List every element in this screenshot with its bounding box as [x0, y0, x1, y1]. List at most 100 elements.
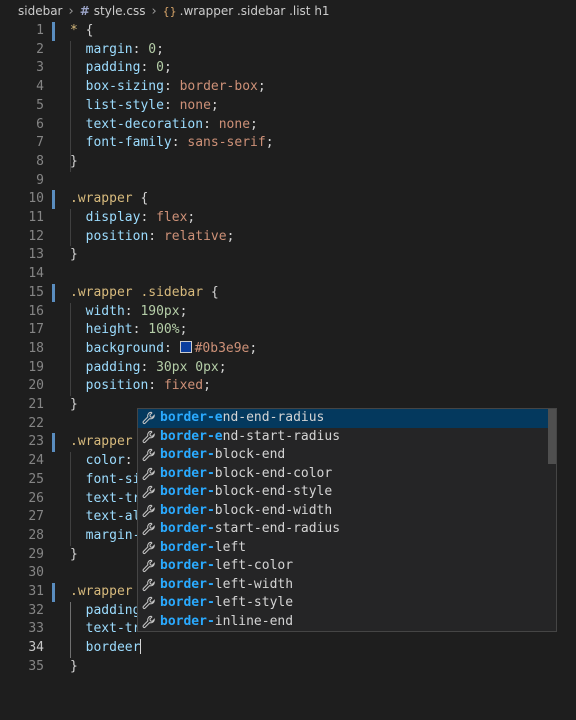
suggestion-label: border-start-end-radius: [160, 520, 340, 539]
line-number: 33: [28, 621, 44, 637]
code-token: :: [171, 135, 188, 151]
suggestion-item[interactable]: border-block-end-color: [138, 465, 548, 484]
code-line[interactable]: 7 font-family: sans-serif;: [0, 134, 576, 153]
code-token: height: [85, 322, 133, 338]
wrench-icon: [142, 502, 158, 520]
code-line[interactable]: 18 background: #0b3e9e;: [0, 340, 576, 359]
code-text: }: [70, 546, 78, 565]
code-line[interactable]: 14: [0, 265, 576, 284]
code-token: :: [140, 359, 157, 375]
code-line[interactable]: 15 .wrapper .sidebar {: [0, 283, 576, 303]
code-line[interactable]: 19 padding: 30px 0px;: [0, 359, 576, 378]
code-token: :: [163, 340, 180, 356]
suggestion-scrollbar[interactable]: [548, 409, 556, 464]
suggestion-widget[interactable]: border-end-end-radius border-end-start-ra…: [137, 408, 557, 632]
code-line[interactable]: 13}: [0, 246, 576, 265]
code-line[interactable]: 34 bordeer: [0, 639, 576, 658]
suggestion-match: border-: [160, 465, 215, 481]
line-number: 5: [36, 97, 44, 113]
code-token: position: [85, 228, 149, 244]
color-swatch[interactable]: [179, 340, 192, 353]
suggestion-rest: block-end-style: [214, 484, 333, 499]
code-line[interactable]: 2 margin: 0;: [0, 41, 576, 60]
wrench-icon: [142, 613, 158, 631]
code-line[interactable]: 10 .wrapper {: [0, 190, 576, 209]
css-file-icon: #: [79, 4, 90, 18]
suggestion-item[interactable]: border-end-end-radius: [138, 409, 548, 428]
code-line[interactable]: 3 padding: 0;: [0, 59, 576, 78]
code-line[interactable]: 4 box-sizing: border-box;: [0, 78, 576, 97]
breadcrumb-folder[interactable]: sidebar: [18, 4, 63, 18]
code-line[interactable]: 8}: [0, 153, 576, 172]
code-token: }: [70, 658, 78, 674]
suggestion-rest: start-end-radius: [214, 521, 341, 536]
code-token: ;: [265, 135, 274, 151]
code-token: ;: [249, 340, 258, 356]
code-text: margin-: [70, 527, 141, 546]
code-token: #0b3e9e: [194, 340, 250, 356]
line-number: 32: [28, 602, 44, 618]
code-token: 100%: [148, 322, 180, 338]
code-line[interactable]: 6 text-decoration: none;: [0, 116, 576, 135]
code-token: 190px: [140, 303, 180, 319]
line-number: 28: [28, 527, 44, 543]
code-token: :: [148, 228, 164, 244]
suggestion-match: border-e: [160, 410, 223, 425]
indent-guide: [70, 209, 71, 247]
suggestion-item[interactable]: border-left-width: [138, 576, 548, 595]
wrench-icon: [142, 520, 158, 538]
suggestion-match: border-e: [160, 428, 223, 444]
code-line[interactable]: 9: [0, 172, 576, 191]
suggestion-rest: block-end-color: [214, 465, 333, 481]
suggestion-item[interactable]: border-left-color: [138, 557, 548, 576]
suggestion-item[interactable]: border-left-style: [138, 594, 548, 613]
code-line[interactable]: 1 * {: [0, 22, 576, 41]
suggestion-item[interactable]: border-block-end: [138, 446, 548, 465]
code-text: .wrapper {: [70, 190, 148, 209]
line-number: 25: [28, 471, 44, 487]
suggestion-match: border-: [160, 521, 215, 536]
change-indicator: [52, 283, 55, 303]
line-number: 6: [36, 116, 44, 132]
suggestion-item[interactable]: border-start-end-radius: [138, 520, 548, 539]
code-line[interactable]: 35}: [0, 658, 576, 677]
code-token: ;: [163, 60, 172, 76]
code-line[interactable]: 16 width: 190px;: [0, 303, 576, 322]
suggestion-rest: nd-start-radius: [222, 428, 341, 444]
suggestion-item[interactable]: border-end-start-radius: [138, 428, 548, 447]
suggestion-rest: left-style: [214, 595, 294, 610]
suggestion-label: border-block-end-color: [160, 465, 332, 484]
line-number: 9: [36, 172, 44, 188]
code-line[interactable]: 11 display: flex;: [0, 209, 576, 228]
suggestion-item[interactable]: border-block-end-width: [138, 502, 548, 521]
suggestion-item[interactable]: border-left: [138, 539, 548, 558]
suggestion-match: border-: [160, 558, 215, 573]
suggestion-match: border-: [160, 539, 215, 555]
code-line[interactable]: 20 position: fixed;: [0, 377, 576, 396]
suggestion-match: border-: [160, 484, 215, 499]
code-token: none: [179, 97, 211, 113]
code-line[interactable]: 17 height: 100%;: [0, 321, 576, 340]
line-number: 4: [36, 79, 44, 95]
code-token: text-tr: [85, 621, 141, 637]
breadcrumb-symbol[interactable]: .wrapper .sidebar .list h1: [180, 4, 330, 18]
suggestion-item[interactable]: border-block-end-style: [138, 483, 548, 502]
suggestion-item[interactable]: border-inline-end: [138, 613, 548, 632]
code-line[interactable]: 12 position: relative;: [0, 228, 576, 247]
wrench-icon: [142, 409, 158, 427]
code-token: box-sizing: [85, 79, 164, 95]
breadcrumb-file[interactable]: style.css: [94, 4, 146, 18]
wrench-icon: [142, 446, 158, 464]
change-indicator: [52, 433, 55, 453]
code-line[interactable]: 5 list-style: none;: [0, 97, 576, 116]
code-token: ;: [179, 303, 188, 319]
indent-guide: [70, 40, 71, 172]
